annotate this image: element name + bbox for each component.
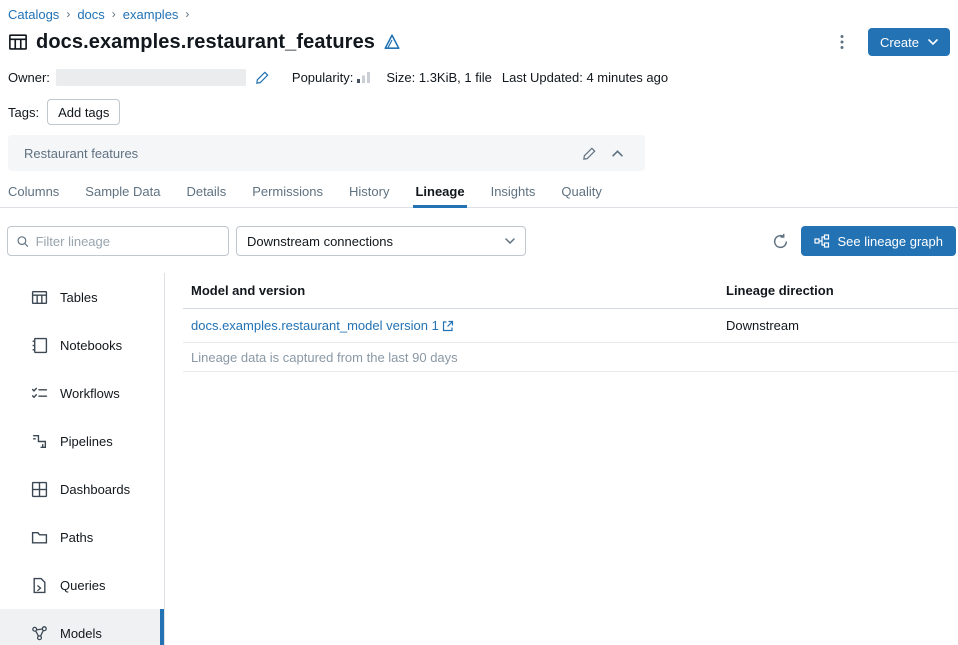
breadcrumb: Catalogs › docs › examples › (8, 6, 950, 22)
title-row: docs.examples.restaurant_features Create (8, 27, 950, 57)
edit-comment-icon[interactable] (575, 141, 603, 165)
refresh-icon[interactable] (765, 226, 795, 256)
model-graph-icon (30, 625, 48, 642)
see-lineage-graph-button[interactable]: See lineage graph (801, 226, 956, 256)
popularity-bars-icon (357, 71, 370, 83)
breadcrumb-catalogs[interactable]: Catalogs (8, 7, 59, 22)
tab-history[interactable]: History (349, 184, 389, 207)
filter-lineage-field[interactable] (7, 226, 229, 256)
collapse-comment-icon[interactable] (603, 141, 631, 165)
see-lineage-graph-label: See lineage graph (837, 234, 943, 249)
tab-sample-data[interactable]: Sample Data (85, 184, 160, 207)
notebook-icon (30, 337, 48, 354)
comment-box: Restaurant features (8, 135, 645, 171)
overflow-menu-icon[interactable] (830, 30, 854, 54)
connection-filter-value: Downstream connections (247, 234, 393, 249)
lineage-sidebar: Tables Notebooks Workflo (0, 273, 165, 645)
sidebar-item-queries[interactable]: Queries (0, 561, 164, 609)
pipelines-icon (30, 433, 48, 450)
sidebar-item-dashboards[interactable]: Dashboards (0, 465, 164, 513)
edit-owner-icon[interactable] (255, 70, 270, 85)
catalog-explorer-page: Catalogs › docs › examples › docs.exampl… (0, 0, 958, 645)
workflows-icon (30, 385, 48, 402)
lineage-content: Tables Notebooks Workflo (0, 273, 958, 645)
owner-value-redacted (56, 69, 246, 86)
delta-format-icon (383, 33, 401, 51)
dashboards-icon (30, 481, 48, 498)
create-button[interactable]: Create (868, 28, 950, 56)
sidebar-item-pipelines[interactable]: Pipelines (0, 417, 164, 465)
size-label: Size: (386, 70, 415, 85)
tab-details[interactable]: Details (186, 184, 226, 207)
tab-bar: Columns Sample Data Details Permissions … (0, 184, 958, 208)
tab-columns[interactable]: Columns (8, 184, 59, 207)
lineage-toolbar: Downstream connections See lineage graph (0, 226, 958, 256)
size-value: 1.3KiB, 1 file (419, 70, 492, 85)
tab-quality[interactable]: Quality (561, 184, 601, 207)
popularity-label: Popularity: (292, 70, 353, 85)
tab-insights[interactable]: Insights (491, 184, 536, 207)
owner-label: Owner: (8, 70, 50, 85)
tags-row: Tags: Add tags (8, 99, 950, 125)
model-version-link[interactable]: docs.examples.restaurant_model version 1 (191, 318, 454, 333)
meta-row: Owner: Popularity: Size: 1.3KiB, 1 file (8, 68, 950, 86)
column-header-direction: Lineage direction (726, 283, 834, 298)
sidebar-item-label: Workflows (60, 386, 120, 401)
create-button-label: Create (880, 35, 919, 50)
comment-text: Restaurant features (24, 146, 575, 161)
sidebar-item-label: Notebooks (60, 338, 122, 353)
tab-permissions[interactable]: Permissions (252, 184, 323, 207)
filter-lineage-input[interactable] (36, 234, 220, 249)
header: Catalogs › docs › examples › docs.exampl… (0, 0, 958, 171)
tab-lineage[interactable]: Lineage (415, 184, 464, 207)
breadcrumb-separator: › (185, 7, 189, 21)
lineage-footnote: Lineage data is captured from the last 9… (183, 343, 958, 372)
lineage-direction-value: Downstream (726, 318, 799, 333)
connection-filter-select[interactable]: Downstream connections (236, 226, 526, 256)
sidebar-item-label: Paths (60, 530, 93, 545)
search-icon (16, 234, 30, 249)
sidebar-item-models[interactable]: Models (0, 609, 164, 645)
breadcrumb-docs[interactable]: docs (77, 7, 104, 22)
sidebar-item-workflows[interactable]: Workflows (0, 369, 164, 417)
last-updated-value: 4 minutes ago (586, 70, 668, 85)
page-title: docs.examples.restaurant_features (36, 31, 375, 54)
table-icon (8, 32, 28, 52)
sidebar-item-label: Models (60, 626, 102, 641)
sidebar-item-paths[interactable]: Paths (0, 513, 164, 561)
sidebar-item-label: Dashboards (60, 482, 130, 497)
breadcrumb-separator: › (112, 7, 116, 21)
chevron-down-icon (505, 238, 515, 244)
column-header-model: Model and version (191, 283, 305, 298)
external-link-icon (442, 320, 454, 332)
chevron-down-icon (928, 39, 938, 45)
sidebar-item-notebooks[interactable]: Notebooks (0, 321, 164, 369)
sidebar-item-tables[interactable]: Tables (0, 273, 164, 321)
tags-label: Tags: (8, 105, 39, 120)
sidebar-item-label: Tables (60, 290, 98, 305)
table-icon (30, 289, 48, 306)
selected-indicator (160, 609, 164, 645)
table-row: docs.examples.restaurant_model version 1… (183, 309, 958, 343)
breadcrumb-examples[interactable]: examples (123, 7, 179, 22)
query-file-icon (30, 577, 48, 594)
last-updated-label: Last Updated: (502, 70, 583, 85)
model-link-label: docs.examples.restaurant_model version 1 (191, 318, 439, 333)
sidebar-item-label: Queries (60, 578, 106, 593)
add-tags-button[interactable]: Add tags (47, 99, 120, 125)
sidebar-item-label: Pipelines (60, 434, 113, 449)
lineage-graph-icon (814, 234, 830, 248)
table-header-row: Model and version Lineage direction (183, 273, 958, 309)
folder-icon (30, 529, 48, 546)
lineage-table: Model and version Lineage direction docs… (165, 273, 958, 645)
breadcrumb-separator: › (66, 7, 70, 21)
